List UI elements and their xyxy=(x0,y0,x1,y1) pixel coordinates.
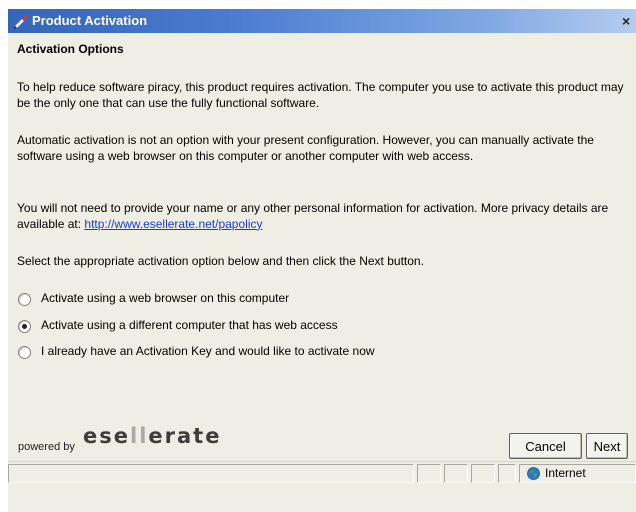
privacy-paragraph: You will not need to provide your name o… xyxy=(17,201,629,232)
instruction-text: Select the appropriate activation option… xyxy=(17,254,424,268)
next-button[interactable]: Next xyxy=(586,433,628,459)
option-label: Activate using a web browser on this com… xyxy=(41,291,290,306)
section-heading: Activation Options xyxy=(17,42,124,56)
status-bar: Internet xyxy=(8,461,636,484)
privacy-policy-link[interactable]: http://www.esellerate.net/papolicy xyxy=(84,217,262,231)
globe-icon xyxy=(527,467,540,480)
option-web-browser-this-computer[interactable]: Activate using a web browser on this com… xyxy=(18,290,289,308)
status-panel xyxy=(444,464,468,483)
option-label: I already have an Activation Key and wou… xyxy=(41,344,375,359)
powered-by-text: powered by xyxy=(18,441,75,453)
radio-button[interactable] xyxy=(18,292,31,306)
radio-button[interactable] xyxy=(18,319,31,333)
option-different-computer[interactable]: Activate using a different computer that… xyxy=(18,317,338,335)
title-bar[interactable]: Product Activation × xyxy=(8,9,636,33)
status-panel xyxy=(498,464,516,483)
window-title: Product Activation xyxy=(32,13,148,28)
dialog-content: Activation Options To help reduce softwa… xyxy=(8,33,636,463)
piracy-paragraph: To help reduce software piracy, this pro… xyxy=(17,80,624,110)
status-panel xyxy=(417,464,441,483)
option-have-activation-key[interactable]: I already have an Activation Key and wou… xyxy=(18,343,375,361)
logo-part: erate xyxy=(148,424,222,448)
option-label: Activate using a different computer that… xyxy=(41,318,338,333)
logo-part: ll xyxy=(130,424,149,448)
pen-check-icon xyxy=(13,13,29,29)
close-button[interactable]: × xyxy=(622,11,636,31)
radio-button[interactable] xyxy=(18,345,31,359)
security-zone-panel[interactable]: Internet xyxy=(519,464,636,483)
esellerate-logo: esellerate xyxy=(83,426,221,455)
logo-part: ese xyxy=(83,424,130,448)
status-panel xyxy=(471,464,495,483)
activation-window: Product Activation × Activation Options … xyxy=(8,9,636,512)
zone-label: Internet xyxy=(545,466,586,480)
automatic-activation-paragraph: Automatic activation is not an option wi… xyxy=(17,133,594,163)
status-main-panel xyxy=(8,464,414,483)
cancel-button[interactable]: Cancel xyxy=(509,433,582,459)
